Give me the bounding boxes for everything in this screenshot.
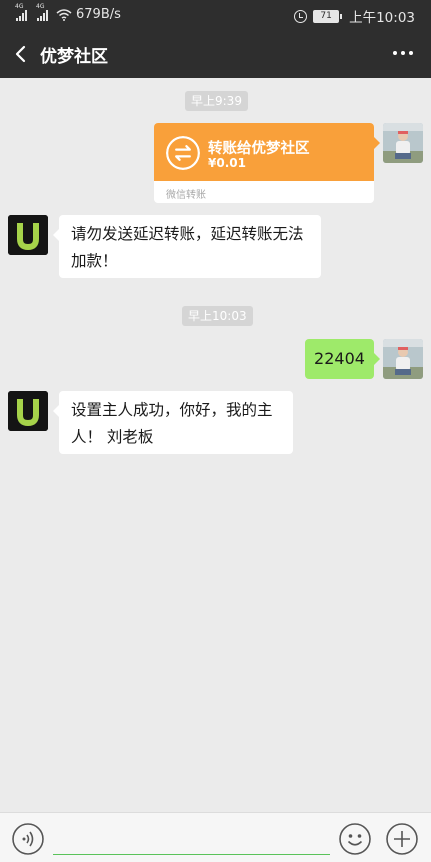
message-line: 加款！ (71, 252, 118, 270)
chat-header: 优梦社区 (0, 30, 431, 78)
emoji-icon[interactable] (339, 823, 371, 855)
bot-avatar-logo (8, 215, 48, 255)
input-bar (0, 812, 431, 862)
sent-message-text: 22404 (314, 349, 365, 368)
network-label-1: 4G (15, 2, 24, 10)
transfer-bubble-tail (374, 137, 380, 149)
bot-avatar-logo (8, 391, 48, 431)
sent-message[interactable]: 22404 (305, 339, 380, 379)
message-line: 人！ 刘老板 (71, 428, 154, 446)
avatar[interactable] (383, 123, 423, 163)
avatar[interactable] (8, 215, 48, 255)
transfer-card[interactable]: 转账给优梦社区 ¥0.01 微信转账 (154, 123, 374, 203)
message-line: 设置主人成功，你好，我的主 (71, 401, 273, 419)
signal-icon-1: 4G (15, 3, 27, 21)
received-message[interactable]: 设置主人成功，你好，我的主 人！ 刘老板 (53, 391, 293, 454)
plus-icon[interactable] (386, 823, 418, 855)
voice-icon[interactable] (12, 823, 44, 855)
received-message[interactable]: 请勿发送延迟转账，延迟转账无法 加款！ (53, 215, 321, 278)
avatar[interactable] (8, 391, 48, 431)
user-avatar-photo (383, 123, 423, 163)
chevron-left-icon[interactable] (14, 45, 28, 63)
chat-title: 优梦社区 (40, 47, 108, 67)
signal-icon-2: 4G (36, 3, 48, 21)
timestamp: 早上9:39 (185, 91, 248, 111)
network-speed: 679B/s (76, 7, 121, 22)
message-input[interactable] (53, 827, 330, 855)
clock: 上午10:03 (349, 10, 415, 26)
transfer-title: 转账给优梦社区 (208, 141, 310, 157)
avatar[interactable] (383, 339, 423, 379)
wifi-icon (56, 8, 72, 21)
network-label-2: 4G (36, 2, 45, 10)
timestamp: 早上10:03 (182, 306, 253, 326)
battery-icon: 71 (313, 9, 343, 23)
message-line: 请勿发送延迟转账，延迟转账无法 (71, 225, 304, 243)
transfer-arrows-icon (166, 136, 200, 170)
status-right: 71 上午10:03 (294, 6, 415, 26)
user-avatar-photo (383, 339, 423, 379)
status-bar: 4G 4G 679B/s 71 上午10:03 (0, 0, 431, 30)
transfer-footer: 微信转账 (166, 190, 206, 201)
alarm-icon (294, 9, 308, 23)
status-left: 4G 4G 679B/s (15, 3, 121, 23)
more-dots-icon[interactable] (393, 51, 413, 55)
transfer-amount: ¥0.01 (208, 156, 246, 170)
